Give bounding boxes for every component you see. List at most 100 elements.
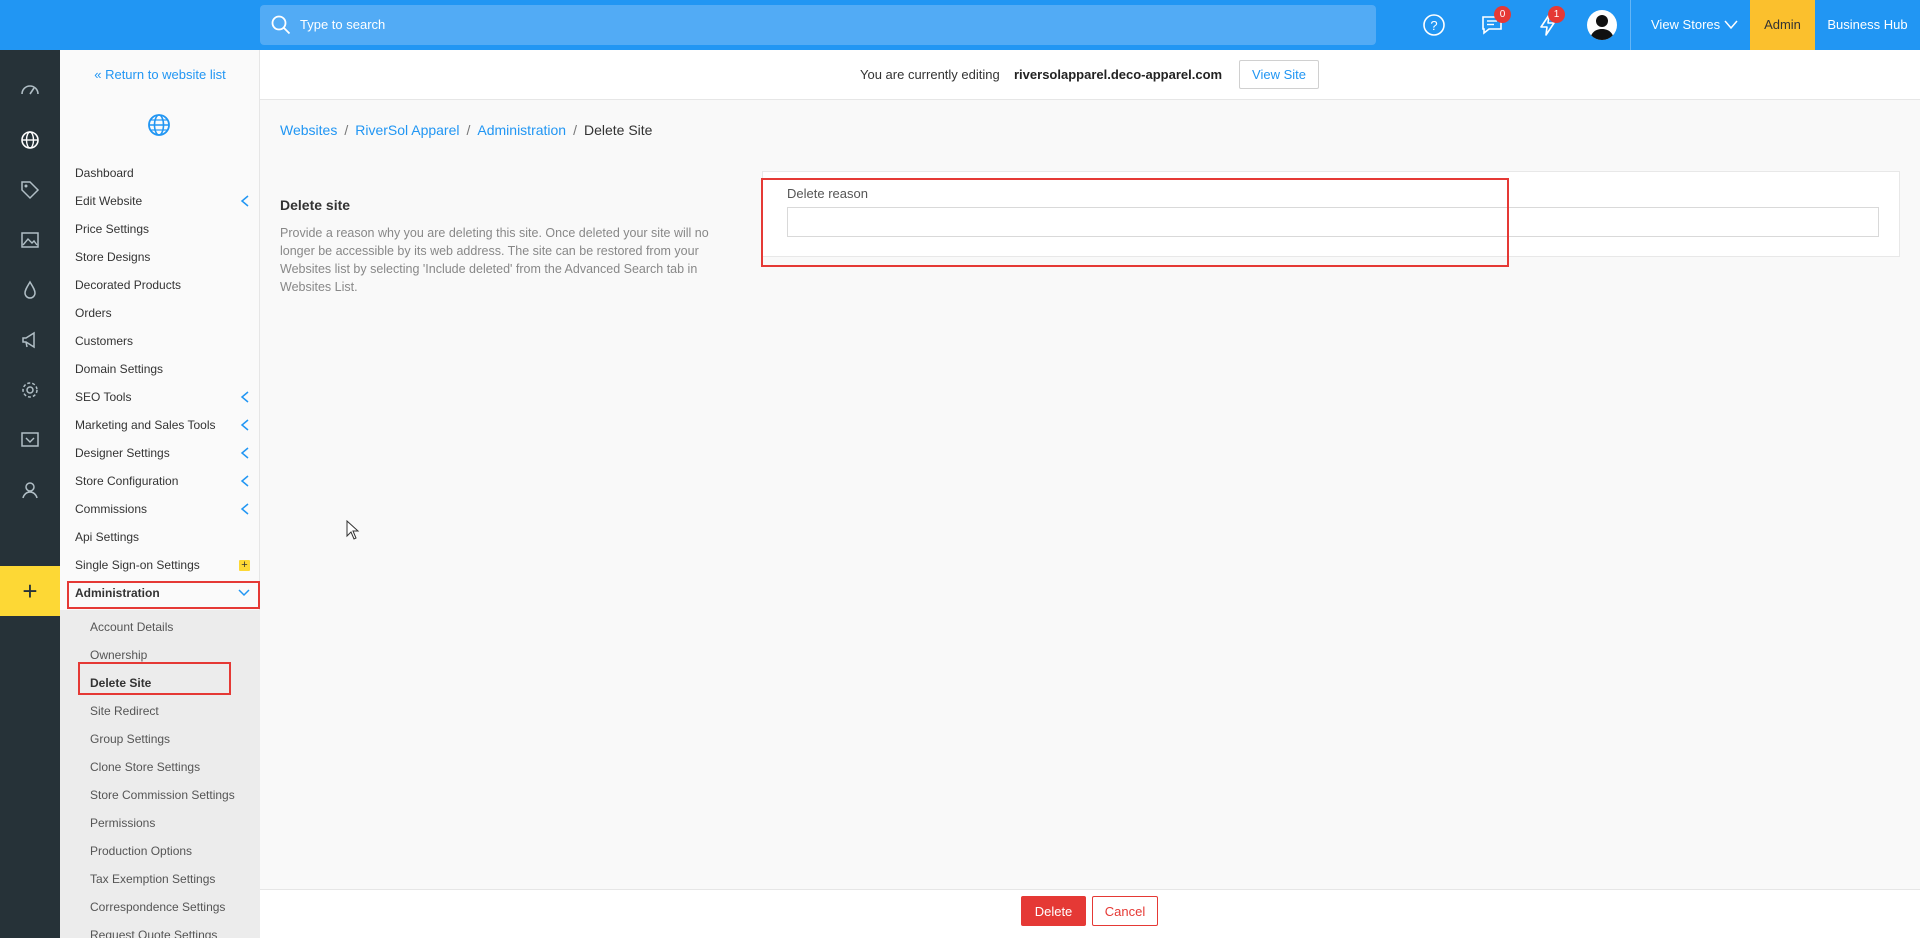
breadcrumb-riversol-apparel[interactable]: RiverSol Apparel [355, 122, 459, 138]
view-site-button[interactable]: View Site [1239, 60, 1319, 89]
section-title: Delete site [280, 197, 351, 213]
section-description: Provide a reason why you are deleting th… [280, 226, 709, 294]
sidebar-item-store-configuration[interactable]: Store Configuration [75, 467, 260, 495]
search-placeholder: Type to search [300, 17, 386, 32]
user-icon [1590, 15, 1614, 40]
submenu-item-tax-exemption-settings[interactable]: Tax Exemption Settings [90, 865, 260, 893]
submenu-item-delete-site[interactable]: Delete Site [90, 669, 260, 697]
sidebar-item-label: Edit Website [75, 194, 143, 208]
sidebar-item-label: Commissions [75, 502, 148, 516]
sidebar-item-label: Orders [75, 306, 112, 320]
delete-reason-input[interactable] [787, 207, 1879, 237]
mouse-cursor-icon [346, 520, 360, 540]
notifications-badge: 1 [1548, 6, 1565, 23]
chevron-left-icon [240, 195, 249, 207]
breadcrumb: Websites / RiverSol Apparel / Administration… [280, 122, 652, 138]
svg-text:?: ? [1430, 18, 1437, 33]
sidebar-item-single-sign-on-settings[interactable]: Single Sign-on Settings + [75, 551, 260, 579]
delete-reason-label: Delete reason [787, 186, 868, 201]
admin-button[interactable]: Admin [1750, 0, 1815, 50]
sidebar-item-orders[interactable]: Orders [75, 299, 260, 327]
globe-icon [148, 114, 170, 136]
top-bar: Type to search ? 0 1 View Stores Admin B… [0, 0, 1920, 50]
add-button[interactable]: + [0, 566, 60, 616]
chevron-left-icon [240, 391, 249, 403]
submenu-item-request-quote-settings[interactable]: Request Quote Settings [90, 921, 260, 938]
editing-text: You are currently editing [860, 67, 1000, 82]
globe-icon[interactable] [20, 130, 40, 150]
submenu-item-permissions[interactable]: Permissions [90, 809, 260, 837]
sidebar-item-label: Dashboard [75, 166, 134, 180]
submenu-item-correspondence-settings[interactable]: Correspondence Settings [90, 893, 260, 921]
submenu-item-account-details[interactable]: Account Details [90, 613, 260, 641]
editing-domain: riversolapparel.deco-apparel.com [1014, 67, 1223, 82]
sidebar-item-label: Single Sign-on Settings [75, 558, 200, 572]
new-feature-icon: + [239, 560, 250, 571]
help-icon[interactable]: ? [1422, 13, 1446, 37]
gear-icon[interactable] [20, 380, 40, 400]
sidebar-item-api-settings[interactable]: Api Settings [75, 523, 260, 551]
chevron-left-icon [240, 475, 249, 487]
sidebar-item-marketing-and-sales-tools[interactable]: Marketing and Sales Tools [75, 411, 260, 439]
cancel-button[interactable]: Cancel [1092, 896, 1158, 926]
sidebar-item-designer-settings[interactable]: Designer Settings [75, 439, 260, 467]
search-bar[interactable]: Type to search [260, 5, 1376, 45]
breadcrumb-current: Delete Site [583, 122, 653, 138]
editing-bar: You are currently editing riversolappare… [260, 50, 1920, 100]
megaphone-icon[interactable] [20, 330, 40, 350]
breadcrumb-separator: / [466, 122, 471, 138]
sidebar: « Return to website list Dashboard Edit … [60, 50, 260, 938]
user-icon[interactable] [20, 480, 40, 500]
sidebar-item-label: Marketing and Sales Tools [75, 418, 216, 432]
administration-submenu: Account Details Ownership Delete Site Si… [60, 610, 260, 938]
return-to-website-list-link[interactable]: « Return to website list [60, 67, 260, 82]
delete-button[interactable]: Delete [1021, 896, 1086, 926]
sidebar-item-label: Store Designs [75, 250, 151, 264]
user-avatar[interactable] [1587, 10, 1617, 40]
submenu-item-group-settings[interactable]: Group Settings [90, 725, 260, 753]
chevron-down-icon [238, 589, 250, 597]
footer-bar [260, 889, 1920, 938]
submenu-item-store-commission-settings[interactable]: Store Commission Settings [90, 781, 260, 809]
breadcrumb-websites[interactable]: Websites [280, 122, 337, 138]
sidebar-item-label: Domain Settings [75, 362, 164, 376]
sidebar-item-domain-settings[interactable]: Domain Settings [75, 355, 260, 383]
sidebar-item-label: Price Settings [75, 222, 150, 236]
dashboard-icon[interactable] [20, 80, 40, 100]
storefront-icon[interactable] [20, 430, 40, 450]
tag-icon[interactable] [20, 180, 40, 200]
image-icon[interactable] [20, 230, 40, 250]
sidebar-item-dashboard[interactable]: Dashboard [75, 159, 260, 187]
sidebar-item-edit-website[interactable]: Edit Website [75, 187, 260, 215]
view-stores-dropdown[interactable]: View Stores [1631, 0, 1750, 50]
view-stores-label: View Stores [1651, 17, 1721, 32]
breadcrumb-separator: / [344, 122, 349, 138]
submenu-item-production-options[interactable]: Production Options [90, 837, 260, 865]
icon-rail: + [0, 50, 60, 938]
sidebar-item-label: Decorated Products [75, 278, 182, 292]
submenu-item-ownership[interactable]: Ownership [90, 641, 260, 669]
messages-badge: 0 [1494, 6, 1511, 23]
sidebar-item-commissions[interactable]: Commissions [75, 495, 260, 523]
breadcrumb-administration[interactable]: Administration [477, 122, 566, 138]
sidebar-item-label: SEO Tools [75, 390, 132, 404]
sidebar-item-label: Store Configuration [75, 474, 179, 488]
sidebar-item-administration[interactable]: Administration [75, 579, 260, 607]
breadcrumb-separator: / [573, 122, 577, 138]
sidebar-item-store-designs[interactable]: Store Designs [75, 243, 260, 271]
sidebar-item-decorated-products[interactable]: Decorated Products [75, 271, 260, 299]
chevron-down-icon [1724, 20, 1738, 30]
sidebar-item-label: Customers [75, 334, 134, 348]
drop-icon[interactable] [20, 280, 40, 300]
chevron-left-icon [240, 503, 249, 515]
business-hub-button[interactable]: Business Hub [1815, 0, 1920, 50]
submenu-item-site-redirect[interactable]: Site Redirect [90, 697, 260, 725]
sidebar-item-customers[interactable]: Customers [75, 327, 260, 355]
sidebar-item-label: Api Settings [75, 530, 140, 544]
sidebar-item-price-settings[interactable]: Price Settings [75, 215, 260, 243]
submenu-item-clone-store-settings[interactable]: Clone Store Settings [90, 753, 260, 781]
sidebar-item-label: Administration [75, 586, 160, 600]
chevron-left-icon [240, 419, 249, 431]
search-icon [271, 15, 291, 35]
sidebar-item-seo-tools[interactable]: SEO Tools [75, 383, 260, 411]
